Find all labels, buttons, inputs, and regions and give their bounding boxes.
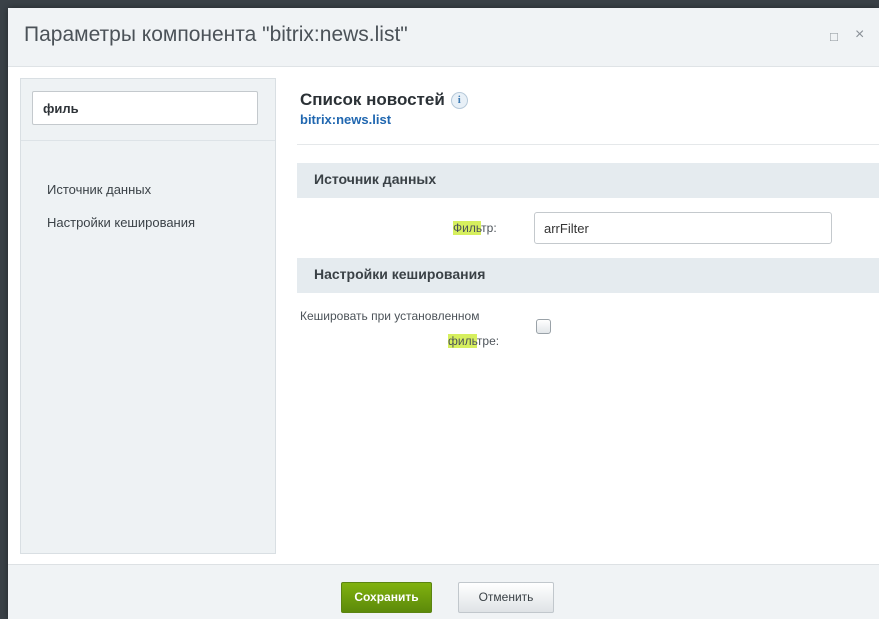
dialog-footer: Сохранить Отменить [8,564,879,619]
search-highlight: Филь [453,221,482,235]
cancel-button[interactable]: Отменить [458,582,554,613]
info-icon[interactable]: i [450,92,468,110]
filter-field-label: Фильтр: [453,221,497,235]
cache-filter-label-line2: фильтре: [448,334,499,348]
save-button[interactable]: Сохранить [341,582,432,613]
close-icon[interactable]: × [855,27,864,43]
sidebar-divider [21,140,275,141]
section-header-data-source: Источник данных [297,163,879,198]
cache-filter-label-rest: тре: [476,334,500,348]
dialog-titlebar[interactable]: Параметры компонента "bitrix:news.list" … [8,8,879,67]
filter-field-label-rest: тр: [481,221,497,235]
search-input[interactable] [32,91,258,125]
sidebar-item-caching[interactable]: Настройки кеширования [47,215,195,230]
dialog-title: Параметры компонента "bitrix:news.list" [24,23,408,46]
component-parameters-dialog: Параметры компонента "bitrix:news.list" … [8,8,879,619]
component-name: Список новостей [300,90,445,109]
cache-filter-label-line1: Кешировать при установленном [300,309,480,323]
filter-input[interactable] [534,212,832,244]
sidebar: Источник данных Настройки кеширования [20,78,276,554]
component-title: Список новостей i [300,90,468,110]
parameters-panel: Список новостей i bitrix:news.list Источн… [291,66,879,555]
search-highlight: филь [448,334,477,348]
section-header-caching: Настройки кеширования [297,258,879,293]
component-code: bitrix:news.list [300,112,392,127]
header-divider [297,144,879,145]
maximize-icon[interactable]: □ [830,30,838,44]
sidebar-item-data-source[interactable]: Источник данных [47,182,151,197]
cache-with-filter-checkbox[interactable] [536,319,551,334]
